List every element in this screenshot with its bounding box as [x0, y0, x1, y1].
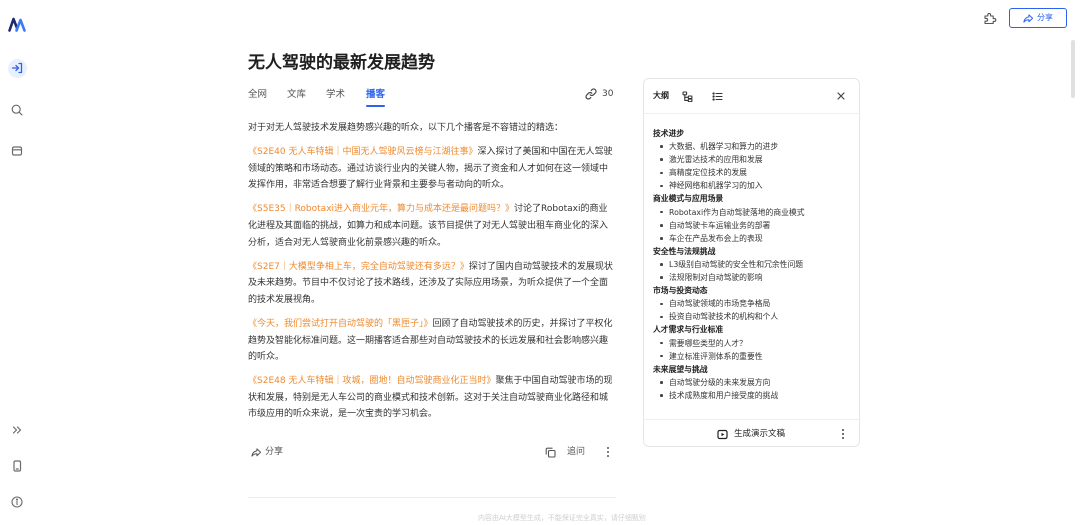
answer-divider [248, 497, 616, 498]
share-button[interactable]: 分享 [1009, 8, 1067, 28]
outline-heading[interactable]: 技术进步 [653, 127, 851, 140]
library-button[interactable] [8, 142, 27, 161]
answer-content: 对于对无人驾驶技术发展趋势感兴趣的听众，以下几个播客是不容错过的精选： 《S2E… [248, 120, 614, 431]
info-button[interactable] [8, 493, 27, 512]
outline-point[interactable]: 大数据、机器学习和算力的进步 [653, 140, 851, 153]
outline-point[interactable]: 法规限制对自动驾驶的影响 [653, 271, 851, 284]
generate-slides-label: 生成演示文稿 [734, 429, 786, 439]
outline-heading[interactable]: 市场与投资动态 [653, 284, 851, 297]
podcast-link[interactable]: 《S2E48 无人车特辑｜攻城，圈地！自动驾驶商业化正当时》 [248, 376, 495, 386]
link-icon [585, 88, 597, 100]
info-icon [11, 496, 23, 508]
share-icon [1023, 13, 1033, 23]
tab-outline[interactable]: 大纲 [653, 91, 669, 101]
follow-up-button[interactable]: 追问 [545, 446, 585, 458]
podcast-link[interactable]: 《今天，我们尝试打开自动驾驶的「黑匣子」》 [248, 319, 433, 329]
page-scrollbar[interactable] [1071, 40, 1075, 98]
answer-share-button[interactable]: 分享 [251, 446, 283, 458]
sources-button[interactable]: 30 [585, 88, 613, 100]
outline-heading[interactable]: 商业模式与应用场景 [653, 192, 851, 205]
outline-footer-divider [644, 419, 859, 420]
tab-web[interactable]: 全网 [248, 89, 267, 101]
share-button-label: 分享 [1037, 13, 1053, 22]
answer-intro: 对于对无人驾驶技术发展趋势感兴趣的听众，以下几个播客是不容错过的精选： [248, 123, 564, 133]
outline-point[interactable]: 需要哪些类型的人才？ [653, 337, 851, 350]
outline-list: 技术进步 大数据、机器学习和算力的进步 激光雷达技术的应用和发展 高精度定位技术… [653, 127, 851, 402]
podcast-item: 《S5E35｜Robotaxi进入商业元年，算力与成本还是最问题吗？》讨论了Ro… [248, 201, 614, 251]
expand-sidebar-button[interactable] [8, 421, 27, 440]
mindmap-icon[interactable] [682, 90, 693, 102]
outline-point[interactable]: 车企在产品发布会上的表现 [653, 232, 851, 245]
podcast-link[interactable]: 《S2E7｜大模型争相上车，完全自动驾驶还有多远？》 [248, 262, 469, 272]
active-tab-indicator [366, 104, 385, 107]
follow-up-label: 追问 [567, 447, 586, 457]
list-icon[interactable] [712, 91, 723, 102]
outline-point[interactable]: 神经网络和机器学习的加入 [653, 179, 851, 192]
copy-icon [545, 447, 556, 458]
outline-more-icon[interactable] [841, 428, 845, 440]
more-vertical-icon [606, 446, 610, 458]
outline-point[interactable]: L3级别自动驾驶的安全性和冗余性问题 [653, 258, 851, 271]
source-count: 30 [602, 88, 614, 99]
close-icon[interactable] [836, 91, 846, 101]
mobile-app-button[interactable] [8, 457, 27, 476]
podcast-item: 《今天，我们尝试打开自动驾驶的「黑匣子」》回顾了自动驾驶技术的历史，并探讨了平权… [248, 316, 614, 366]
search-icon [11, 104, 23, 116]
tab-library[interactable]: 文库 [287, 89, 306, 101]
answer-share-label: 分享 [265, 447, 284, 457]
generate-slides-button[interactable]: 生成演示文稿 [717, 429, 785, 440]
app-logo-icon[interactable] [8, 17, 26, 32]
outline-point[interactable]: 高精度定位技术的发展 [653, 166, 851, 179]
podcast-item: 《S2E7｜大模型争相上车，完全自动驾驶还有多远？》探讨了国内自动驾驶技术的发展… [248, 259, 614, 309]
outline-heading[interactable]: 安全性与法规挑战 [653, 245, 851, 258]
outline-heading[interactable]: 未来展望与挑战 [653, 363, 851, 376]
mobile-app-icon [11, 460, 23, 472]
collapse-sidebar-icon [11, 62, 23, 74]
podcast-item: 《S2E48 无人车特辑｜攻城，圈地！自动驾驶商业化正当时》聚焦于中国自动驾驶市… [248, 373, 614, 423]
podcast-link[interactable]: 《S2E40 无人车特辑｜中国无人驾驶风云榜与江湖往事》 [248, 147, 477, 157]
outline-panel: 大纲 技术进步 大数据、机器学习和算力的进步 激光雷达技术的应用和发展 高精度定… [643, 78, 860, 447]
outline-heading[interactable]: 人才需求与行业标准 [653, 323, 851, 336]
search-button[interactable] [8, 101, 27, 120]
outline-header-divider [644, 113, 859, 114]
share-icon [251, 447, 261, 457]
outline-point[interactable]: 建立标准评测体系的重要性 [653, 350, 851, 363]
podcast-item: 《S2E40 无人车特辑｜中国无人驾驶风云榜与江湖往事》深入探讨了美国和中国在无… [248, 144, 614, 194]
outline-point[interactable]: 激光雷达技术的应用和发展 [653, 153, 851, 166]
sidebar [0, 0, 35, 525]
double-chevron-icon [11, 424, 23, 436]
library-icon [11, 145, 23, 157]
outline-point[interactable]: 投资自动驾驶技术的机构和个人 [653, 310, 851, 323]
outline-point[interactable]: 自动驾驶卡车运输业务的部署 [653, 219, 851, 232]
outline-point[interactable]: Robotaxi作为自动驾驶落地的商业模式 [653, 206, 851, 219]
page-title: 无人驾驶的最新发展趋势 [248, 53, 435, 73]
tab-academic[interactable]: 学术 [326, 89, 345, 101]
answer-panel: 无人驾驶的最新发展趋势 全网 文库 学术 播客 30 对于对无人驾驶技术发展趋势… [248, 0, 618, 525]
presentation-play-icon [717, 429, 728, 440]
outline-point[interactable]: 技术成熟度和用户接受度的挑战 [653, 389, 851, 402]
more-options-button[interactable] [606, 446, 610, 458]
outline-point[interactable]: 自动驾驶分级的未来发展方向 [653, 376, 851, 389]
ai-disclaimer: 内容由AI大模型生成，不能保证完全真实，请仔细甄别 [478, 514, 646, 522]
collapse-sidebar-button[interactable] [7, 58, 27, 78]
outline-point[interactable]: 自动驾驶领域的市场竞争格局 [653, 297, 851, 310]
podcast-link[interactable]: 《S5E35｜Robotaxi进入商业元年，算力与成本还是最问题吗？》 [248, 204, 514, 214]
puzzle-icon[interactable] [983, 11, 997, 25]
tab-podcast[interactable]: 播客 [366, 89, 385, 101]
